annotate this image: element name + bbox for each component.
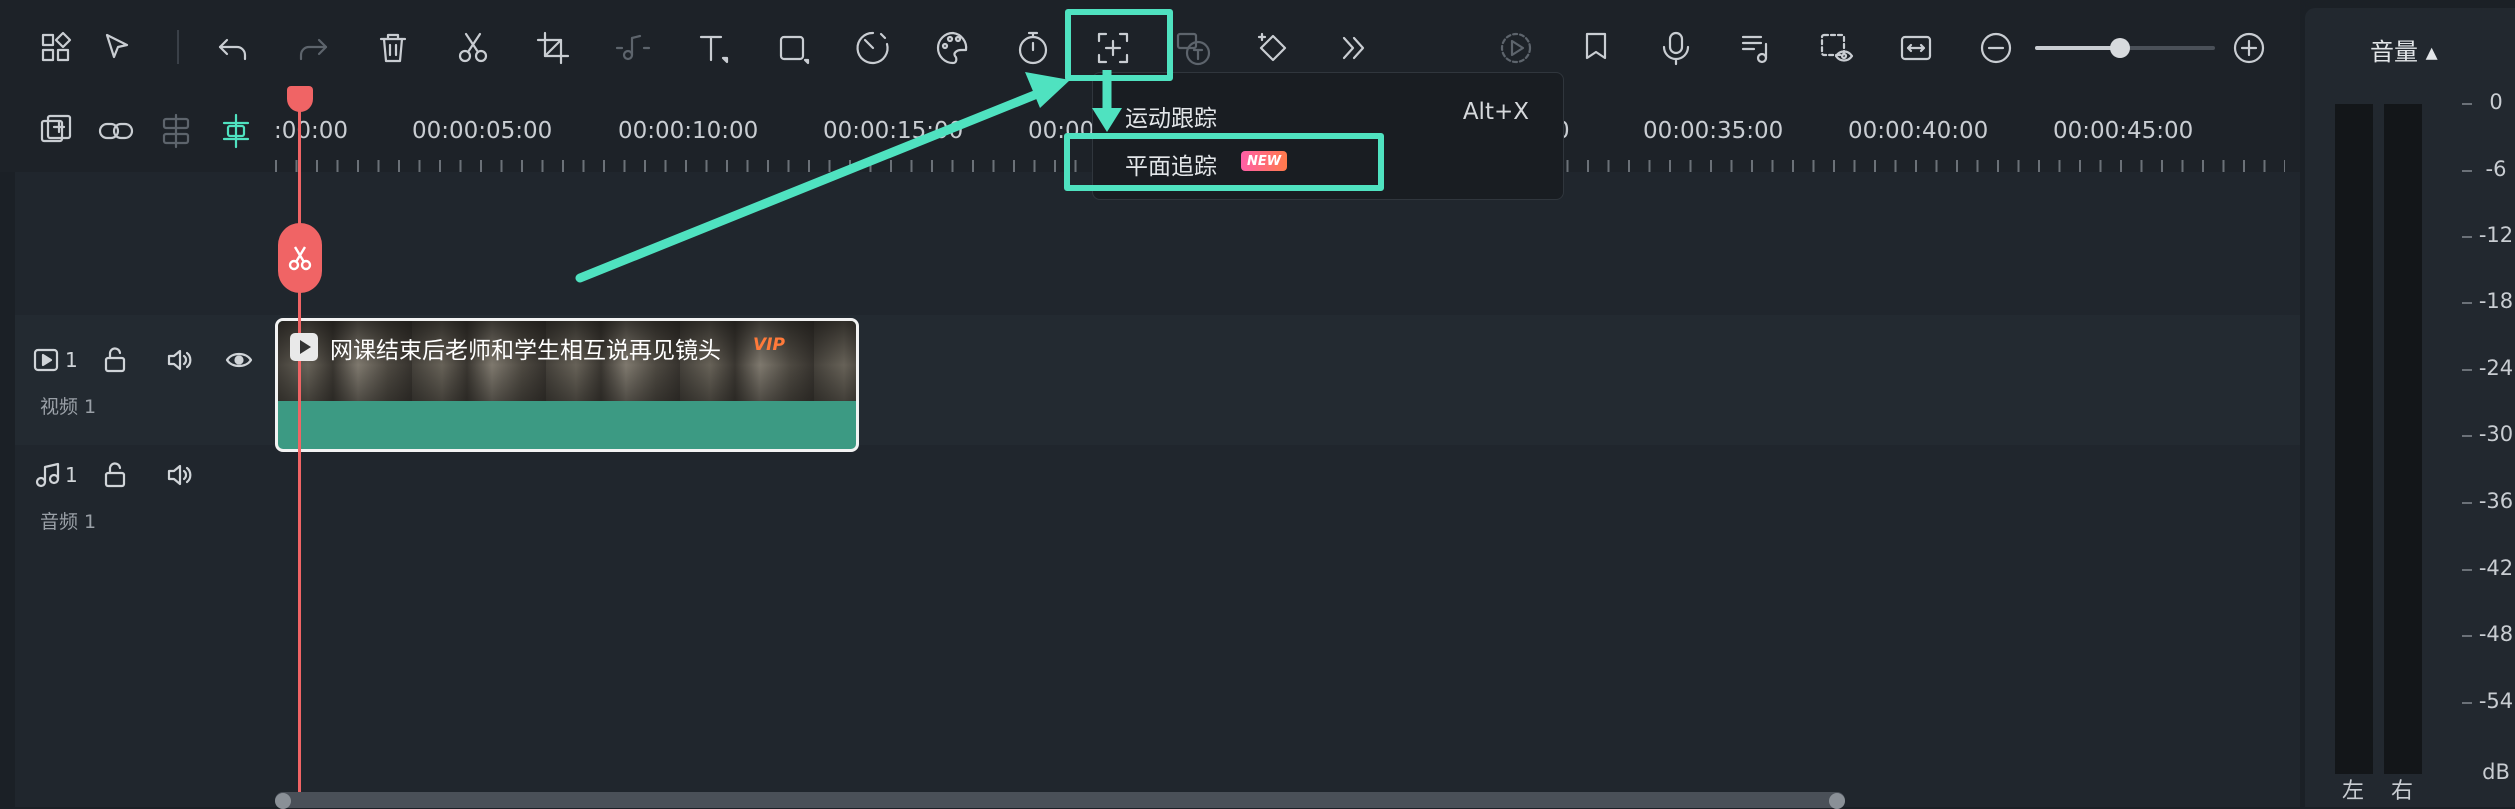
video-clip[interactable]: 网课结束后老师和学生相互说再见镜头 VIP (275, 318, 859, 452)
meter-right-channel (2384, 104, 2422, 774)
zoom-slider-handle[interactable] (2110, 38, 2130, 58)
ruler-label: 00:00:45:00 (2053, 118, 2194, 144)
ruler-label: 00:00:10:00 (618, 118, 759, 144)
ai-text-icon[interactable] (1167, 22, 1219, 74)
clip-title: 网课结束后老师和学生相互说再见镜头 (330, 338, 721, 364)
volume-dropdown[interactable]: 音量 ▴ (2370, 32, 2438, 67)
db-scale-label: -42 (2478, 556, 2514, 580)
ruler-label: 00:00:40:00 (1848, 118, 1989, 144)
render-preview-icon[interactable] (1490, 22, 1542, 74)
db-tick (2462, 369, 2472, 371)
speed-icon[interactable] (847, 22, 899, 74)
db-tick (2462, 435, 2472, 437)
zoom-slider-fill (2035, 46, 2121, 50)
zoom-out-icon[interactable] (1970, 22, 2022, 74)
db-tick (2462, 635, 2472, 637)
db-tick (2462, 103, 2472, 105)
db-scale-label: -54 (2478, 689, 2514, 713)
audio-track-number: 1 (65, 463, 78, 487)
db-scale-label: -24 (2478, 356, 2514, 380)
snapshot-icon[interactable] (1810, 22, 1862, 74)
zoom-in-icon[interactable] (2223, 22, 2275, 74)
left-channel-label: 左 (2342, 779, 2365, 804)
scissors-icon (288, 246, 312, 271)
more-icon[interactable] (1327, 22, 1379, 74)
shape-icon[interactable] (767, 22, 819, 74)
music-list-icon[interactable] (1730, 22, 1782, 74)
db-scale-label: -36 (2478, 489, 2514, 513)
playhead-line[interactable] (298, 88, 301, 807)
speaker-icon[interactable] (162, 458, 196, 492)
menu-item-motion-tracking[interactable]: 运动跟踪 (1125, 99, 1217, 133)
link-icon[interactable] (90, 105, 142, 157)
video-track-number: 1 (65, 348, 78, 372)
layout-icon[interactable] (30, 22, 82, 74)
db-scale-label: -30 (2478, 422, 2514, 446)
db-scale-label: -12 (2478, 223, 2514, 247)
highlight-tracking-button (1065, 9, 1173, 81)
marker-icon[interactable] (1570, 22, 1622, 74)
menu-item-shortcut: Alt+X (1462, 99, 1529, 125)
timer-icon[interactable] (1007, 22, 1059, 74)
vip-badge: VIP (753, 335, 785, 355)
text-icon[interactable] (687, 22, 739, 74)
ruler-label: 00:00:05:00 (412, 118, 553, 144)
playhead-handle[interactable] (287, 86, 313, 112)
mic-icon[interactable] (1650, 22, 1702, 74)
ruler-label: 00:00:15:00 (823, 118, 964, 144)
toolbar-divider (177, 30, 179, 64)
crop-icon[interactable] (527, 22, 579, 74)
redo-icon[interactable] (287, 22, 339, 74)
db-scale-label: -48 (2478, 622, 2514, 646)
undo-icon[interactable] (207, 22, 259, 74)
db-tick (2462, 702, 2472, 704)
db-scale-label: -6 (2485, 157, 2507, 181)
lock-icon[interactable] (98, 343, 132, 377)
lock-icon[interactable] (98, 458, 132, 492)
split-track-icon[interactable] (150, 105, 202, 157)
right-channel-label: 右 (2391, 779, 2414, 804)
eye-icon[interactable] (222, 343, 256, 377)
delete-icon[interactable] (367, 22, 419, 74)
ruler-label: :00:00 (274, 118, 349, 144)
audio-beat-icon[interactable] (607, 22, 659, 74)
music-note-icon (30, 458, 64, 492)
db-tick (2462, 236, 2472, 238)
audio-track-lane[interactable] (15, 445, 2300, 545)
select-pointer-icon[interactable] (92, 22, 144, 74)
highlight-planar-tracking (1064, 133, 1384, 191)
ruler-label: 00:00:35:00 (1643, 118, 1784, 144)
db-tick (2462, 302, 2472, 304)
color-icon[interactable] (927, 22, 979, 74)
audio-track-name: 音频 1 (40, 511, 97, 533)
video-track-name: 视频 1 (40, 396, 97, 418)
split-scissor-button[interactable] (278, 223, 322, 293)
meter-left-channel (2335, 104, 2373, 774)
db-unit-label: dB (2482, 760, 2510, 784)
keyframe-icon[interactable] (1247, 22, 1299, 74)
add-track-icon[interactable] (30, 105, 82, 157)
db-tick (2462, 502, 2472, 504)
db-scale-label: -18 (2478, 289, 2514, 313)
video-track-icon (30, 343, 64, 377)
fit-icon[interactable] (1890, 22, 1942, 74)
magnet-icon[interactable] (210, 105, 262, 157)
db-tick (2462, 170, 2472, 172)
db-tick (2462, 569, 2472, 571)
speaker-icon[interactable] (162, 343, 196, 377)
play-icon (290, 333, 318, 361)
cut-icon[interactable] (447, 22, 499, 74)
timeline-horizontal-scrollbar[interactable] (275, 792, 1845, 808)
db-scale-label: 0 (2489, 90, 2503, 114)
